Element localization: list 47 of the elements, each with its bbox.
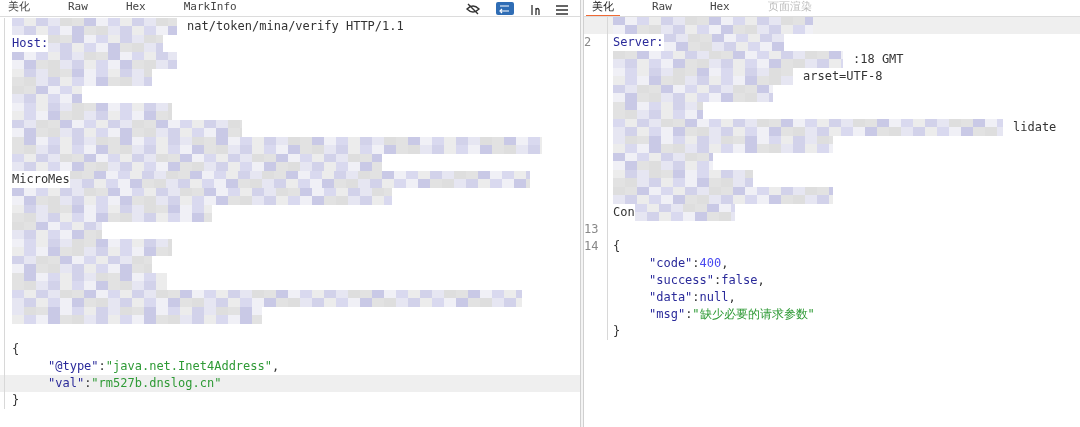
code-text: } (12, 392, 20, 409)
code-text: { (613, 238, 621, 255)
line-number: 13 (584, 222, 599, 236)
code-text: : (685, 306, 693, 323)
code-text: Server: (613, 34, 664, 51)
line-number: 14 (584, 239, 599, 253)
tab[interactable]: 美化 (2, 0, 36, 17)
code-text: "@type" (48, 358, 99, 375)
code-text: "java.net.Inet4Address" (105, 358, 272, 375)
code-text: 400 (699, 255, 722, 272)
eye-slash-icon[interactable] (466, 2, 480, 15)
code-text: : (84, 375, 92, 392)
code-text: , (757, 272, 765, 289)
tab[interactable]: Hex (703, 0, 736, 17)
code-text: null (699, 289, 729, 306)
code-text: Host: (12, 35, 49, 52)
code-text: , (721, 255, 729, 272)
code-text: , (272, 358, 280, 375)
code-text: "val" (48, 375, 85, 392)
code-text: : (692, 289, 700, 306)
tab[interactable]: Raw (646, 0, 678, 17)
wrap-icon[interactable] (496, 1, 514, 15)
code-text: "rm527b.dnslog.cn" (91, 375, 222, 392)
code-text: { (12, 341, 20, 358)
code-text: "缺少必要的请求参数" (692, 306, 815, 323)
code-text: MicroMes (12, 171, 70, 188)
code-text: false (721, 272, 758, 289)
tab[interactable]: MarkInfo (177, 0, 243, 17)
code-text: : (714, 272, 722, 289)
newline-icon[interactable] (530, 2, 540, 15)
code-text: :18 GMT (853, 51, 904, 68)
code-text: Con (613, 204, 635, 221)
code-text: arset=UTF-8 (803, 68, 883, 85)
menu-icon[interactable] (556, 4, 568, 15)
code-text: : (692, 255, 700, 272)
code-text: , (728, 289, 736, 306)
code-text: } (613, 323, 621, 340)
code-text: : (98, 358, 106, 375)
code-text: "data" (649, 289, 693, 306)
line-number: 2 (584, 35, 592, 49)
tab[interactable]: Hex (119, 0, 152, 17)
tab[interactable]: Raw (62, 0, 94, 17)
code-text: "msg" (649, 306, 686, 323)
code-text: nat/token/mina/verify HTTP/1.1 (187, 18, 404, 35)
code-text: lidate (1013, 119, 1057, 136)
code-text: "success" (649, 272, 715, 289)
code-text: "code" (649, 255, 693, 272)
